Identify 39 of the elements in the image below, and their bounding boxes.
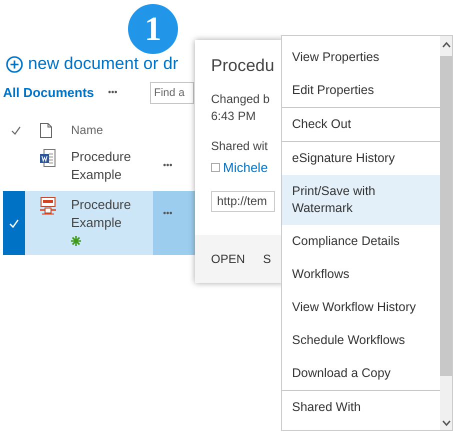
person-link[interactable]: Michele [223,158,268,177]
scrollbar[interactable] [440,36,452,430]
menu-item[interactable]: Schedule Workflows [282,324,440,357]
check-icon[interactable] [11,126,21,134]
more-options[interactable]: ••• [163,208,172,218]
new-document-link[interactable]: new document or dr [28,54,178,74]
document-name[interactable]: Procedure Example [71,196,153,232]
menu-item[interactable]: Shared With [282,391,440,424]
scroll-up-icon[interactable] [442,42,450,48]
column-header[interactable]: Name [71,121,104,139]
document-row[interactable]: Procedure Example ••• [3,191,195,255]
menu-item[interactable]: Check Out [282,108,440,141]
scrollbar-thumb[interactable] [440,56,452,376]
shared-with-label: Shared wit [211,138,269,154]
search-field[interactable]: Find a [150,82,194,104]
changed-by-text: Changed b [211,90,271,108]
checkbox[interactable] [211,162,220,172]
step-badge: 1 [128,4,178,54]
menu-item[interactable]: View Properties [282,41,440,74]
url-field[interactable]: http://tem [211,191,275,212]
more-options[interactable]: ••• [108,86,150,100]
scroll-down-icon[interactable] [442,420,450,426]
menu-item[interactable]: eSignature History [282,142,440,175]
document-icon [40,122,52,138]
word-document-icon [40,149,56,167]
menu-item[interactable]: Edit Properties [282,74,440,107]
more-options[interactable]: ••• [163,160,172,170]
view-tab[interactable]: All Documents [3,83,108,103]
plus-circle-icon[interactable] [6,56,23,72]
menu-item[interactable]: View Workflow History [282,291,440,324]
menu-item[interactable]: Print/Save with Watermark [282,175,440,225]
callout-action[interactable]: OPEN [211,250,246,268]
menu-item[interactable]: Workflows [282,258,440,291]
menu-item[interactable]: Compliance Details [282,225,440,258]
callout-action[interactable]: S [263,250,272,268]
callout-title: Procedu [211,55,276,77]
menu-item[interactable]: Download a Copy [282,357,440,390]
document-name[interactable]: Procedure Example [71,148,153,184]
changed-time: 6:43 PM [211,108,257,124]
